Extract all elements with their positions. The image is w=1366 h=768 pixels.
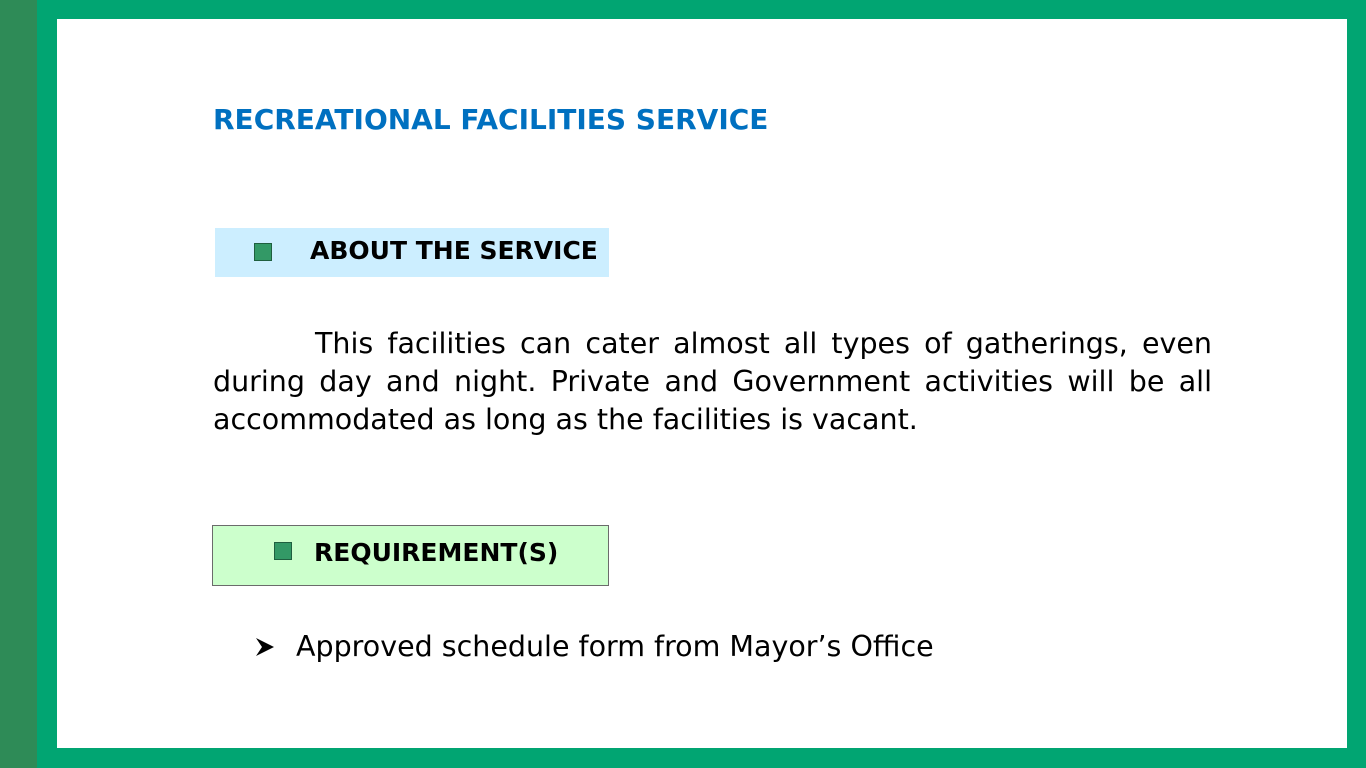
slide: RECREATIONAL FACILITIES SERVICE ABOUT TH… [57, 19, 1347, 748]
requirements-section-label: REQUIREMENT(S) [314, 538, 559, 567]
requirement-text: Approved schedule form from Mayor’s Offi… [296, 630, 934, 663]
requirements-section-header: REQUIREMENT(S) [212, 525, 609, 586]
about-section-label: ABOUT THE SERVICE [310, 236, 598, 265]
about-section-header: ABOUT THE SERVICE [215, 228, 609, 277]
square-bullet-icon [274, 542, 292, 560]
about-description: This facilities can cater almost all typ… [213, 327, 1212, 436]
slide-title: RECREATIONAL FACILITIES SERVICE [213, 103, 769, 136]
square-bullet-icon [254, 243, 272, 261]
left-accent-band [0, 0, 37, 768]
arrowhead-bullet-icon [256, 638, 274, 656]
